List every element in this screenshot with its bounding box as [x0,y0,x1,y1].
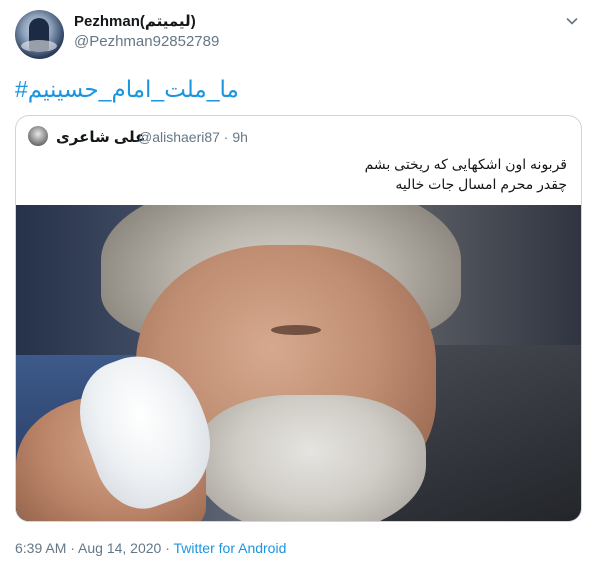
chevron-down-icon[interactable] [566,14,578,26]
quoted-tweet-header: علی شاعری @alishaeri87 · 9h [16,116,581,156]
author-handle[interactable]: @Pezhman92852789 [74,33,219,50]
author-display-name[interactable]: Pezhman(لیمیتم) [74,12,196,30]
quoted-text-line: چقدر محرم امسال جات خالیه [395,176,567,192]
avatar-highlight [21,40,57,52]
quoted-author-handle: @alishaeri87 · 9h [138,129,248,145]
photo-beard [196,395,426,521]
tweet: Pezhman(لیمیتم) @Pezhman92852789 #ما_ملت… [0,0,594,564]
quoted-author-avatar [28,126,48,146]
tweet-metadata: 6:39 AM · Aug 14, 2020 · Twitter for And… [15,540,286,556]
quoted-tweet[interactable]: علی شاعری @alishaeri87 · 9h قربونه اون ا… [15,115,582,522]
photo-eye [271,325,321,335]
author-avatar[interactable] [15,10,64,59]
tweet-timestamp[interactable]: 6:39 AM · Aug 14, 2020 · [15,540,174,556]
quoted-text-line: قربونه اون اشکهایی که ریختی بشم [364,156,567,172]
tweet-source-link[interactable]: Twitter for Android [174,540,287,556]
quoted-tweet-photo[interactable] [16,205,581,521]
hashtag-link[interactable]: #ما_ملت_امام_حسینیم [15,76,239,103]
quoted-author-name: علی شاعری [56,129,146,146]
quoted-tweet-text: قربونه اون اشکهایی که ریختی بشم چقدر محر… [365,154,567,194]
